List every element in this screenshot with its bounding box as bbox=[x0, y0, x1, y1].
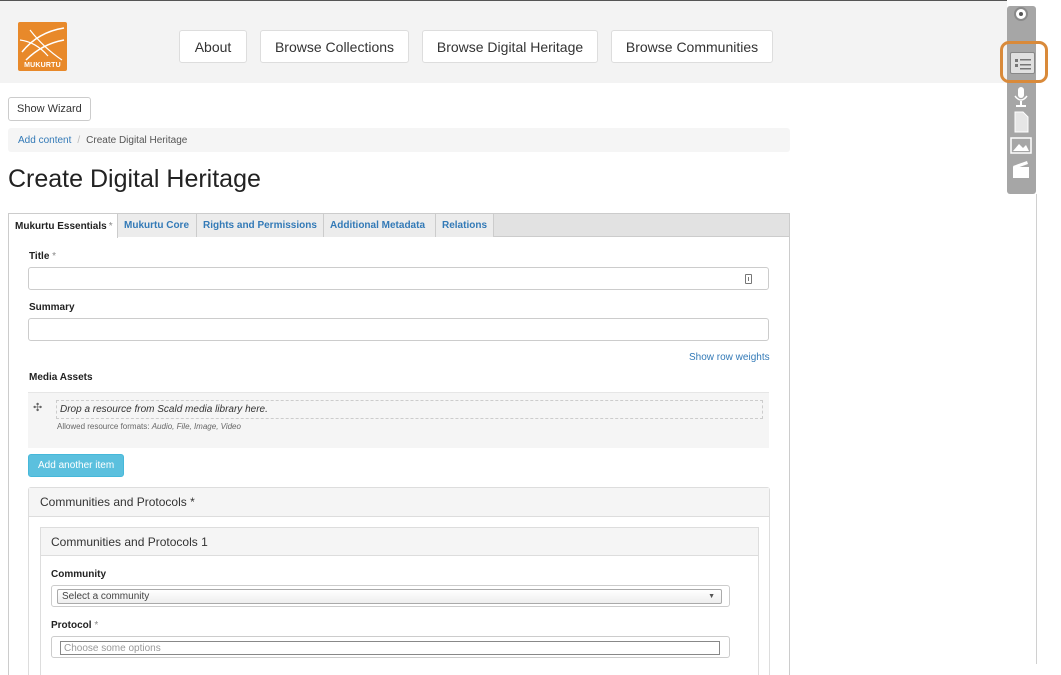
tab-mukurtu-essentials[interactable]: Mukurtu Essentials * bbox=[9, 214, 118, 238]
title-label: Title * bbox=[29, 251, 56, 262]
drag-handle-icon[interactable]: ✣ bbox=[33, 401, 42, 414]
title-input[interactable] bbox=[28, 267, 769, 290]
scroll-edge bbox=[1036, 194, 1037, 664]
close-dot-icon[interactable] bbox=[1014, 7, 1028, 21]
show-wizard-button[interactable]: Show Wizard bbox=[8, 97, 91, 121]
list-icon[interactable] bbox=[1010, 52, 1035, 74]
microphone-icon[interactable] bbox=[1010, 86, 1032, 108]
communities-protocols-item: Communities and Protocols 1 Community Se… bbox=[40, 527, 759, 675]
title-label-text: Title bbox=[29, 251, 50, 262]
protocol-label: Protocol * bbox=[51, 620, 98, 631]
community-select-value: Select a community bbox=[62, 591, 150, 602]
formats-prefix: Allowed resource formats: bbox=[57, 422, 150, 431]
show-row-weights-link[interactable]: Show row weights bbox=[689, 352, 770, 363]
tab-strip: Mukurtu Essentials * Mukurtu Core Rights … bbox=[9, 214, 789, 238]
breadcrumb-add-content-link[interactable]: Add content bbox=[18, 135, 71, 146]
protocol-select-wrapper: Choose some options bbox=[51, 636, 730, 658]
document-icon[interactable] bbox=[1010, 111, 1032, 133]
required-mark: * bbox=[52, 251, 57, 262]
community-select-wrapper: Select a community ▼ bbox=[51, 585, 730, 607]
mukurtu-logo[interactable]: MUKURTU bbox=[18, 22, 67, 71]
tab-additional-metadata[interactable]: Additional Metadata bbox=[324, 214, 436, 237]
tab-label: Mukurtu Essentials bbox=[15, 220, 107, 232]
communities-protocols-fieldset: Communities and Protocols * Communities … bbox=[28, 487, 770, 675]
media-drop-zone[interactable]: Drop a resource from Scald media library… bbox=[56, 400, 763, 419]
nav-browse-collections-button[interactable]: Browse Collections bbox=[260, 30, 409, 63]
breadcrumb-current: Create Digital Heritage bbox=[86, 134, 188, 146]
field-info-icon bbox=[745, 274, 752, 284]
nav-about-button[interactable]: About bbox=[179, 30, 247, 63]
chevron-down-icon: ▼ bbox=[708, 593, 715, 600]
page-title: Create Digital Heritage bbox=[8, 165, 261, 193]
breadcrumb: Add content / Create Digital Heritage bbox=[8, 128, 790, 152]
formats-list: Audio, File, Image, Video bbox=[151, 422, 241, 431]
required-mark: * bbox=[94, 620, 99, 631]
tab-relations[interactable]: Relations bbox=[436, 214, 494, 237]
allowed-formats-text: Allowed resource formats: Audio, File, I… bbox=[57, 422, 241, 431]
communities-protocols-legend[interactable]: Communities and Protocols * bbox=[29, 488, 769, 517]
required-mark: * bbox=[108, 220, 113, 232]
protocol-input[interactable]: Choose some options bbox=[60, 641, 720, 655]
image-icon[interactable] bbox=[1010, 135, 1032, 157]
video-icon[interactable] bbox=[1010, 158, 1032, 180]
logo-text: MUKURTU bbox=[24, 62, 61, 69]
nav-browse-communities-button[interactable]: Browse Communities bbox=[611, 30, 773, 63]
media-assets-box: ✣ Drop a resource from Scald media libra… bbox=[28, 392, 769, 448]
app-frame: MUKURTU About Browse Collections Browse … bbox=[0, 0, 1061, 675]
site-header: MUKURTU About Browse Collections Browse … bbox=[0, 1, 1007, 83]
summary-label: Summary bbox=[29, 302, 75, 313]
media-assets-label: Media Assets bbox=[29, 372, 93, 383]
tab-mukurtu-core[interactable]: Mukurtu Core bbox=[118, 214, 197, 237]
community-label: Community bbox=[51, 569, 106, 580]
communities-protocols-item-legend[interactable]: Communities and Protocols 1 bbox=[41, 528, 758, 556]
protocol-label-text: Protocol bbox=[51, 620, 92, 631]
summary-input[interactable] bbox=[28, 318, 769, 341]
nav-browse-digital-heritage-button[interactable]: Browse Digital Heritage bbox=[422, 30, 598, 63]
add-another-item-button[interactable]: Add another item bbox=[28, 454, 125, 477]
breadcrumb-separator: / bbox=[77, 134, 81, 146]
community-select[interactable]: Select a community ▼ bbox=[57, 589, 722, 604]
tab-rights-and-permissions[interactable]: Rights and Permissions bbox=[197, 214, 324, 237]
